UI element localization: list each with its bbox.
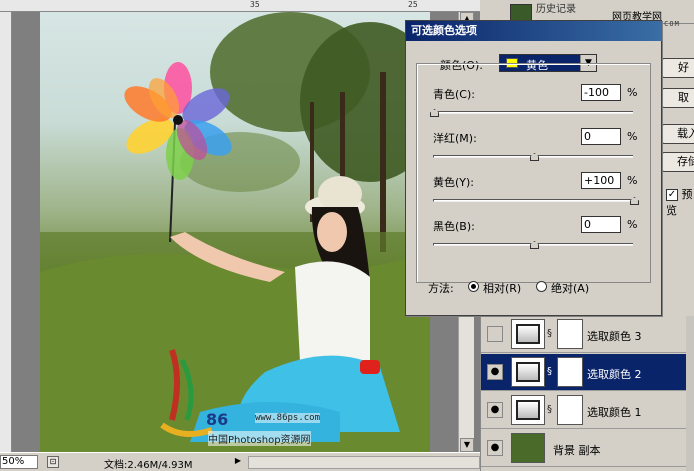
adjustment-thumbnail: [511, 319, 545, 349]
visibility-toggle[interactable]: [487, 326, 503, 342]
link-icon: §: [547, 328, 552, 339]
yellow-unit: %: [627, 174, 638, 187]
adjustment-icon: [516, 324, 540, 344]
ruler-tick: 25: [408, 0, 418, 9]
absolute-label: 绝对(A): [551, 282, 590, 295]
adjustment-icon: [516, 400, 540, 420]
status-bar: 50% ⊡ 文档:2.46M/4.93M ▶: [0, 452, 480, 471]
zoom-field[interactable]: 50%: [0, 455, 38, 469]
magenta-unit: %: [627, 130, 638, 143]
black-unit: %: [627, 218, 638, 231]
layer-name: 背景 副本: [553, 444, 601, 457]
watermark-logo: [160, 349, 213, 437]
relative-radio[interactable]: [468, 281, 479, 292]
history-tab[interactable]: 历史记录: [536, 0, 576, 15]
absolute-radio[interactable]: [536, 281, 547, 292]
left-ruler: [0, 12, 12, 452]
magenta-label: 洋红(M):: [433, 132, 477, 145]
magenta-input[interactable]: 0: [581, 128, 621, 145]
layer-mask-thumbnail[interactable]: [557, 319, 583, 349]
black-input[interactable]: 0: [581, 216, 621, 233]
ruler-tick: 35: [250, 0, 260, 9]
layers-panel: § 选取颜色 3 ● § 选取颜色 2 ● § 选取颜色 1 ● 背景 副本: [480, 316, 694, 471]
black-slider-track[interactable]: [433, 241, 633, 249]
cyan-slider-track[interactable]: [430, 109, 633, 117]
preview-toggle[interactable]: ✓ 预览: [666, 186, 694, 218]
yellow-slider-thumb[interactable]: [630, 197, 639, 205]
cyan-slider-thumb[interactable]: [430, 109, 439, 117]
cancel-button[interactable]: 取: [662, 88, 694, 108]
watermark-caption: 中国Photoshop资源网: [208, 431, 311, 446]
method-label: 方法:: [428, 282, 454, 295]
layer-mask-thumbnail[interactable]: [557, 357, 583, 387]
adjustment-thumbnail: [511, 357, 545, 387]
yellow-label: 黄色(Y):: [433, 176, 475, 189]
load-button[interactable]: 载入: [662, 124, 694, 144]
photoshop-window: 35 25 www.86ps.com 中国Photoshop资源网 86 ▲ ▼…: [0, 0, 694, 471]
layer-row[interactable]: ● § 选取颜色 2: [481, 354, 694, 391]
watermark-url: www.86ps.com: [255, 413, 321, 423]
layer-thumbnail: [511, 433, 545, 463]
black-slider-thumb[interactable]: [530, 241, 539, 249]
top-ruler: 35 25: [0, 0, 480, 12]
horizontal-scrollbar[interactable]: [248, 456, 480, 469]
watermark-brand: 86: [206, 410, 229, 429]
adjustment-icon: [516, 362, 540, 382]
cyan-unit: %: [627, 86, 638, 99]
yellow-input[interactable]: +100: [581, 172, 621, 189]
link-icon: §: [547, 366, 552, 377]
eye-icon[interactable]: ●: [487, 364, 503, 380]
magenta-slider-thumb[interactable]: [530, 153, 539, 161]
layer-row[interactable]: § 选取颜色 3: [481, 316, 694, 353]
photo-canvas[interactable]: www.86ps.com 中国Photoshop资源网 86: [40, 12, 430, 452]
preview-checkbox[interactable]: ✓: [666, 189, 678, 201]
ok-button-label: 好: [678, 61, 689, 74]
relative-label: 相对(R): [483, 282, 522, 295]
layer-row[interactable]: ● § 选取颜色 1: [481, 392, 694, 429]
eye-icon[interactable]: ●: [487, 440, 503, 456]
status-menu-icon[interactable]: ⊡: [47, 456, 59, 468]
layer-name: 选取颜色 3: [587, 330, 642, 343]
load-button-label: 载入: [677, 127, 694, 140]
scroll-down-icon[interactable]: ▼: [460, 438, 474, 452]
magenta-slider-track[interactable]: [433, 153, 633, 161]
document-size-info: 文档:2.46M/4.93M: [104, 460, 193, 471]
layer-mask-thumbnail[interactable]: [557, 395, 583, 425]
cyan-input[interactable]: -100: [581, 84, 621, 101]
cyan-label: 青色(C):: [433, 88, 475, 101]
black-label: 黑色(B):: [433, 220, 475, 233]
link-icon: §: [547, 404, 552, 415]
layers-scrollbar[interactable]: [686, 316, 694, 471]
layer-name: 选取颜色 2: [587, 368, 642, 381]
save-button[interactable]: 存储: [662, 152, 694, 172]
adjustment-thumbnail: [511, 395, 545, 425]
adjustment-group: 青色(C): -100 % 洋红(M): 0 % 黄色(Y): +100 % 黑…: [416, 63, 651, 283]
cancel-button-label: 取: [678, 91, 689, 104]
save-button-label: 存储: [677, 155, 694, 168]
yellow-slider-track[interactable]: [433, 197, 639, 205]
ok-button[interactable]: 好: [662, 58, 694, 78]
dialog-title[interactable]: 可选颜色选项: [406, 21, 662, 41]
selective-color-dialog: 可选颜色选项 颜色(O): 黄色 ▼ 青色(C): -100 % 洋红(M): …: [405, 20, 662, 316]
status-arrow-icon[interactable]: ▶: [232, 456, 244, 468]
layer-name: 选取颜色 1: [587, 406, 642, 419]
eye-icon[interactable]: ●: [487, 402, 503, 418]
layer-row[interactable]: ● 背景 副本: [481, 430, 694, 467]
